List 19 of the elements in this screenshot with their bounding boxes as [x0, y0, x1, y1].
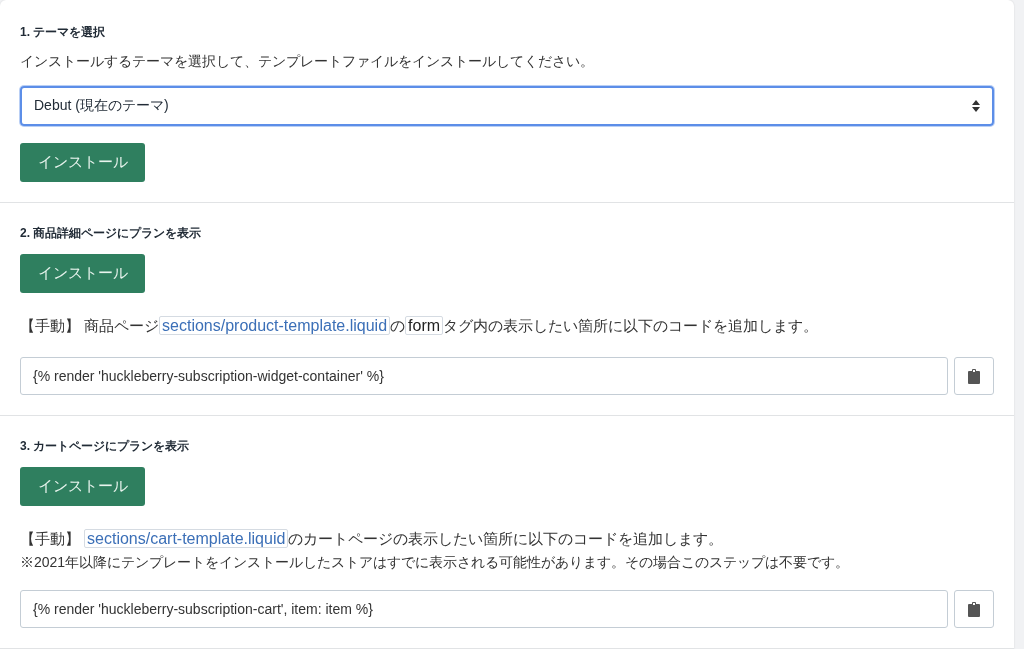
- note-text: ※2021年以降にテンプレートをインストールしたストアはすでに表示される可能性があります。その場合このステップは不要です。: [20, 553, 850, 572]
- code-field[interactable]: {% render 'huckleberry-subscription-cart', item: item %}: [20, 590, 948, 628]
- updown-caret-icon: [972, 100, 980, 112]
- clipboard-icon: [968, 601, 980, 617]
- code-tag: form: [405, 316, 444, 335]
- copy-button[interactable]: [954, 357, 994, 395]
- clipboard-icon: [968, 368, 980, 384]
- section-title: 3. カートページにプランを表示: [20, 438, 190, 455]
- section-title: 1. テーマを選択: [20, 24, 106, 41]
- section-title: 2. 商品詳細ページにプランを表示: [20, 225, 202, 242]
- install-button[interactable]: インストール: [20, 467, 145, 506]
- install-button[interactable]: インストール: [20, 254, 145, 293]
- copy-button[interactable]: [954, 590, 994, 628]
- theme-select[interactable]: Debut (現在のテーマ): [20, 86, 994, 126]
- description-text: インストールするテーマを選択して、テンプレートファイルをインストールしてください。: [20, 53, 594, 71]
- code-field[interactable]: {% render 'huckleberry-subscription-widget-container' %}: [20, 357, 948, 395]
- instruction-text: 【手動】 商品ページ sections/product-template.liquid の form タグ内の表示したい箇所に以下のコードを追加します。: [20, 315, 819, 337]
- instruction-text: 【手動】 sections/cart-template.liquid のカートページの表示したい箇所に以下のコードを追加します。: [20, 528, 724, 550]
- install-button[interactable]: インストール: [20, 143, 145, 182]
